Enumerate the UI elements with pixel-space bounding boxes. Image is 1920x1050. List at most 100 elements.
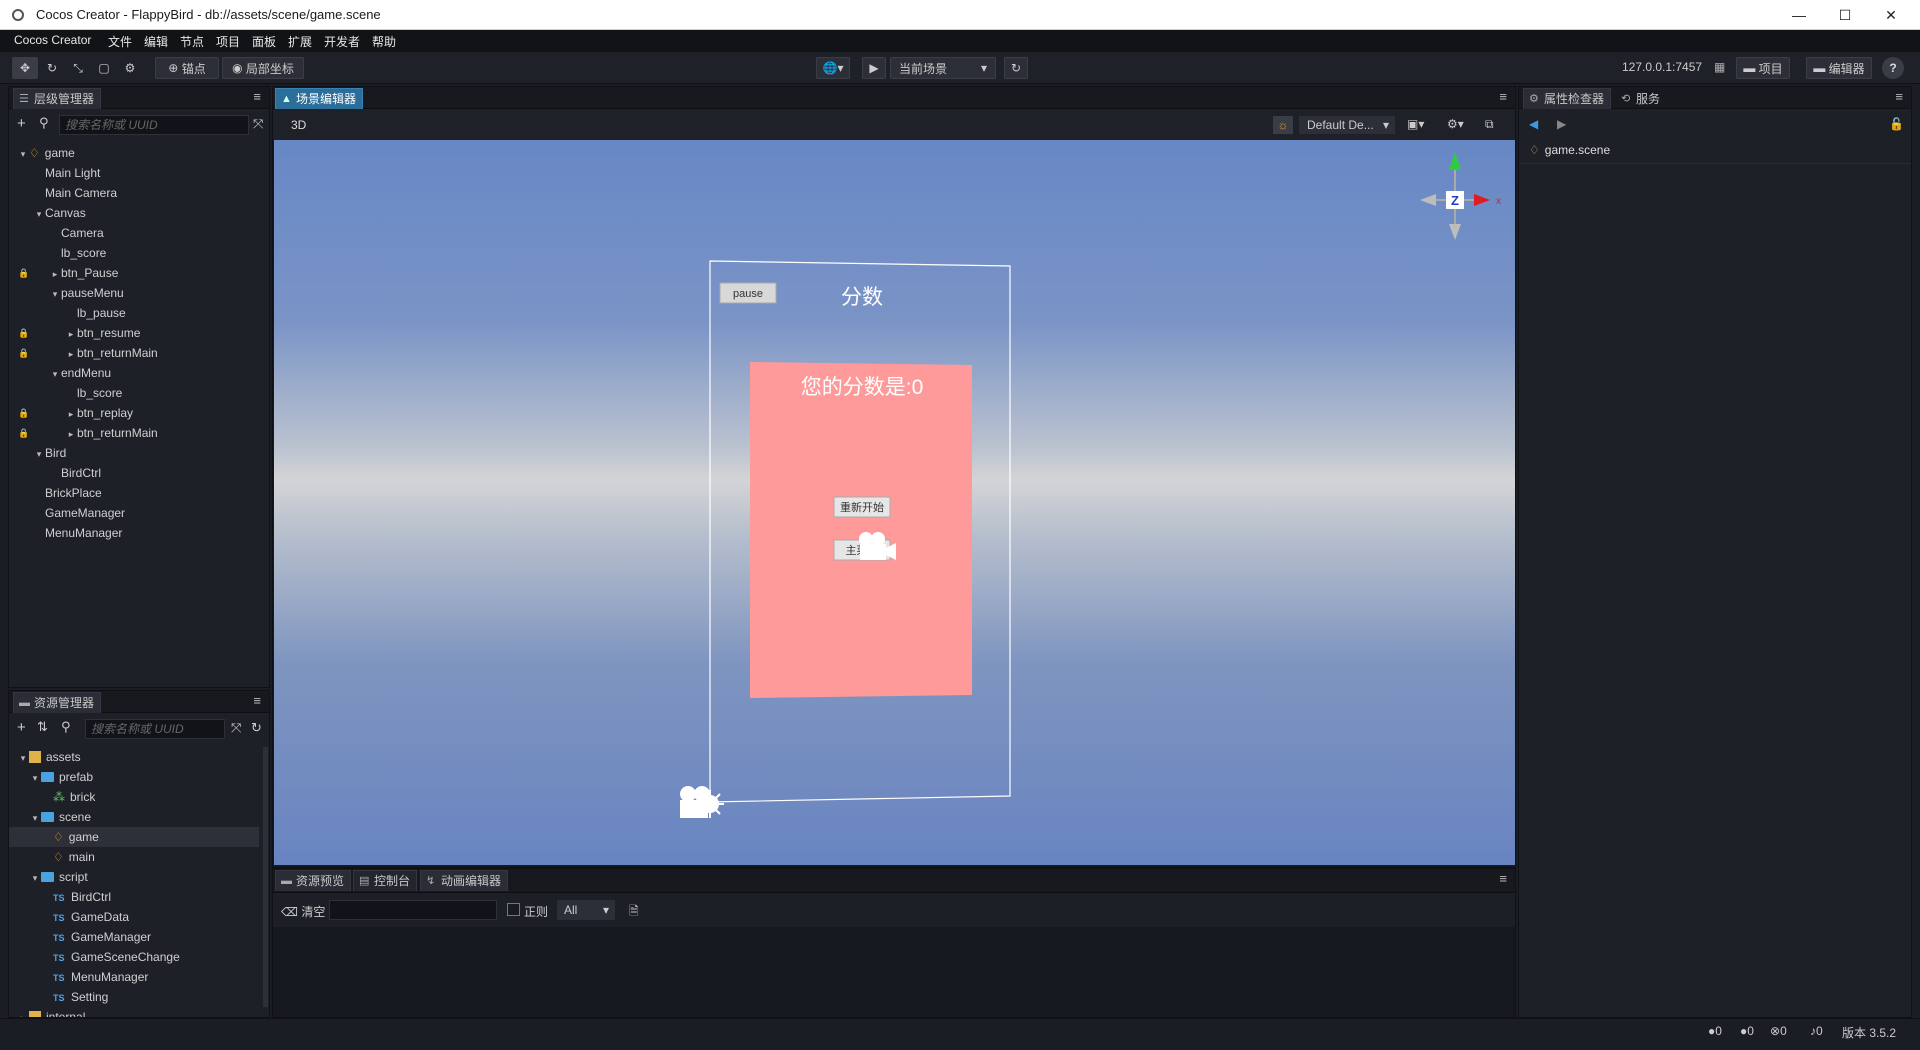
maximize-button[interactable]: ☐: [1822, 0, 1868, 30]
hierarchy-node[interactable]: ▾ Canvas: [9, 203, 267, 223]
hierarchy-search-input[interactable]: 搜索名称或 UUID: [59, 115, 249, 135]
help-button[interactable]: ?: [1882, 57, 1904, 79]
expand-caret-icon[interactable]: ▸: [65, 424, 77, 444]
regex-checkbox[interactable]: [507, 903, 520, 916]
lock-icon[interactable]: 🔒: [18, 323, 29, 343]
asset-item[interactable]: ♢ game: [9, 827, 259, 847]
open-log-file-icon[interactable]: 🗎: [629, 902, 639, 923]
expand-caret-icon[interactable]: ▾: [33, 204, 45, 224]
tab-console[interactable]: ▤ 控制台: [353, 870, 418, 891]
scale-tool-icon[interactable]: ⤡: [66, 57, 90, 79]
expand-caret-icon[interactable]: ▸: [17, 1008, 29, 1017]
refresh-assets-icon[interactable]: ↻: [251, 720, 262, 736]
expand-caret-icon[interactable]: ▾: [17, 144, 29, 164]
hierarchy-node[interactable]: Main Light: [9, 163, 267, 183]
asset-item[interactable]: ▾ prefab: [9, 767, 259, 787]
asset-item[interactable]: TS GameSceneChange: [9, 947, 259, 967]
pivot-toggle-button[interactable]: ⊕ 锚点: [155, 57, 219, 79]
asset-item[interactable]: TS BirdCtrl: [9, 887, 259, 907]
menu-edit[interactable]: 编辑: [144, 33, 168, 50]
asset-item[interactable]: ▾ scene: [9, 807, 259, 827]
expand-caret-icon[interactable]: ▸: [49, 264, 61, 284]
tab-animation-editor[interactable]: ↯ 动画编辑器: [420, 870, 509, 891]
hierarchy-node[interactable]: 🔒 ▸ btn_returnMain: [9, 343, 267, 363]
panel-menu-icon[interactable]: ≡: [1499, 871, 1507, 886]
expand-caret-icon[interactable]: ▾: [29, 808, 41, 828]
notice-count[interactable]: ♪0: [1810, 1024, 1823, 1038]
expand-caret-icon[interactable]: ▾: [33, 444, 45, 464]
menu-extension[interactable]: 扩展: [288, 33, 312, 50]
3d-toggle[interactable]: 3D: [291, 118, 306, 132]
hierarchy-node[interactable]: 🔒 ▸ btn_resume: [9, 323, 267, 343]
asset-item[interactable]: TS MenuManager: [9, 967, 259, 987]
forward-arrow-icon[interactable]: ▶: [1557, 117, 1566, 131]
expand-caret-icon[interactable]: ▾: [49, 364, 61, 384]
hierarchy-node[interactable]: Main Camera: [9, 183, 267, 203]
menu-file[interactable]: 文件: [108, 33, 132, 50]
asset-item[interactable]: ▾ script: [9, 867, 259, 887]
sort-icon[interactable]: ⇅: [37, 719, 48, 735]
hierarchy-node[interactable]: MenuManager: [9, 523, 267, 543]
close-window-button[interactable]: ✕: [1868, 0, 1914, 30]
menu-panel[interactable]: 面板: [252, 33, 276, 50]
assets-scrollbar[interactable]: [263, 747, 268, 1007]
asset-item[interactable]: TS GameManager: [9, 927, 259, 947]
lock-icon[interactable]: 🔒: [18, 263, 29, 283]
hierarchy-node[interactable]: ▾ Bird: [9, 443, 267, 463]
hierarchy-node[interactable]: Camera: [9, 223, 267, 243]
log-level-select[interactable]: All ▾: [557, 900, 615, 920]
tab-scene-editor[interactable]: ▲ 场景编辑器: [275, 88, 364, 109]
tab-asset-preview[interactable]: ▬ 资源预览: [275, 870, 352, 891]
asset-item[interactable]: ▾ assets: [9, 747, 259, 767]
menu-project[interactable]: 项目: [216, 33, 240, 50]
menu-help[interactable]: 帮助: [372, 33, 396, 50]
platform-select-icon[interactable]: 🌐▾: [816, 57, 850, 79]
asset-item[interactable]: ♢ main: [9, 847, 259, 867]
lock-icon[interactable]: 🔒: [18, 423, 29, 443]
hierarchy-node[interactable]: ▾ pauseMenu: [9, 283, 267, 303]
tab-inspector[interactable]: ⚙ 属性检查器: [1523, 88, 1612, 109]
expand-caret-icon[interactable]: ▾: [17, 748, 29, 768]
expand-caret-icon[interactable]: ▸: [65, 404, 77, 424]
console-filter-input[interactable]: [329, 900, 497, 920]
hierarchy-node[interactable]: GameManager: [9, 503, 267, 523]
search-filter-icon[interactable]: ⚲: [61, 719, 71, 735]
project-button[interactable]: ▬ 项目: [1736, 57, 1790, 79]
local-coords-button[interactable]: ◉ 局部坐标: [222, 57, 304, 79]
snap-icon[interactable]: ⧉: [1485, 117, 1494, 132]
light-toggle-icon[interactable]: ☼: [1273, 116, 1293, 134]
warning-count[interactable]: ●0: [1740, 1024, 1754, 1038]
assets-search-input[interactable]: 搜索名称或 UUID: [85, 719, 225, 739]
panel-menu-icon[interactable]: ≡: [253, 89, 261, 104]
panel-menu-icon[interactable]: ≡: [1895, 89, 1903, 104]
menu-cocos-creator[interactable]: Cocos Creator: [14, 33, 91, 47]
scene-select[interactable]: 当前场景 ▾: [890, 57, 996, 79]
move-tool-icon[interactable]: ✥: [12, 57, 38, 79]
hierarchy-node[interactable]: ▾ endMenu: [9, 363, 267, 383]
clear-console-button[interactable]: ⌫ 清空: [281, 903, 325, 920]
hierarchy-node[interactable]: lb_pause: [9, 303, 267, 323]
play-icon[interactable]: ▶: [862, 57, 886, 79]
add-node-icon[interactable]: +: [17, 115, 26, 132]
tab-service[interactable]: ⟲ 服务: [1615, 88, 1667, 109]
error-count[interactable]: ●0: [1708, 1024, 1722, 1038]
lock-icon[interactable]: 🔒: [18, 343, 29, 363]
rotate-tool-icon[interactable]: ↻: [40, 57, 64, 79]
refresh-icon[interactable]: ↻: [1004, 57, 1028, 79]
hierarchy-node[interactable]: BirdCtrl: [9, 463, 267, 483]
hierarchy-node[interactable]: ▾ ♢ game: [9, 143, 267, 163]
qrcode-icon[interactable]: ▦: [1714, 60, 1725, 74]
minimize-button[interactable]: —: [1776, 0, 1822, 30]
expand-caret-icon[interactable]: ▾: [29, 868, 41, 888]
back-arrow-icon[interactable]: ◀: [1529, 117, 1538, 131]
panel-menu-icon[interactable]: ≡: [1499, 89, 1507, 104]
camera-options-icon[interactable]: ▣▾: [1407, 117, 1424, 131]
scene-viewport[interactable]: pause 分数 您的分数是:0 重新开始 主菜单: [274, 140, 1515, 865]
tab-hierarchy[interactable]: ☰ 层级管理器: [13, 88, 102, 109]
expand-caret-icon[interactable]: ▾: [49, 284, 61, 304]
hierarchy-node[interactable]: 🔒 ▸ btn_Pause: [9, 263, 267, 283]
hierarchy-node[interactable]: 🔒 ▸ btn_replay: [9, 403, 267, 423]
hierarchy-node[interactable]: BrickPlace: [9, 483, 267, 503]
orientation-gizmo[interactable]: Z x: [1420, 152, 1501, 240]
menu-developer[interactable]: 开发者: [324, 33, 360, 50]
